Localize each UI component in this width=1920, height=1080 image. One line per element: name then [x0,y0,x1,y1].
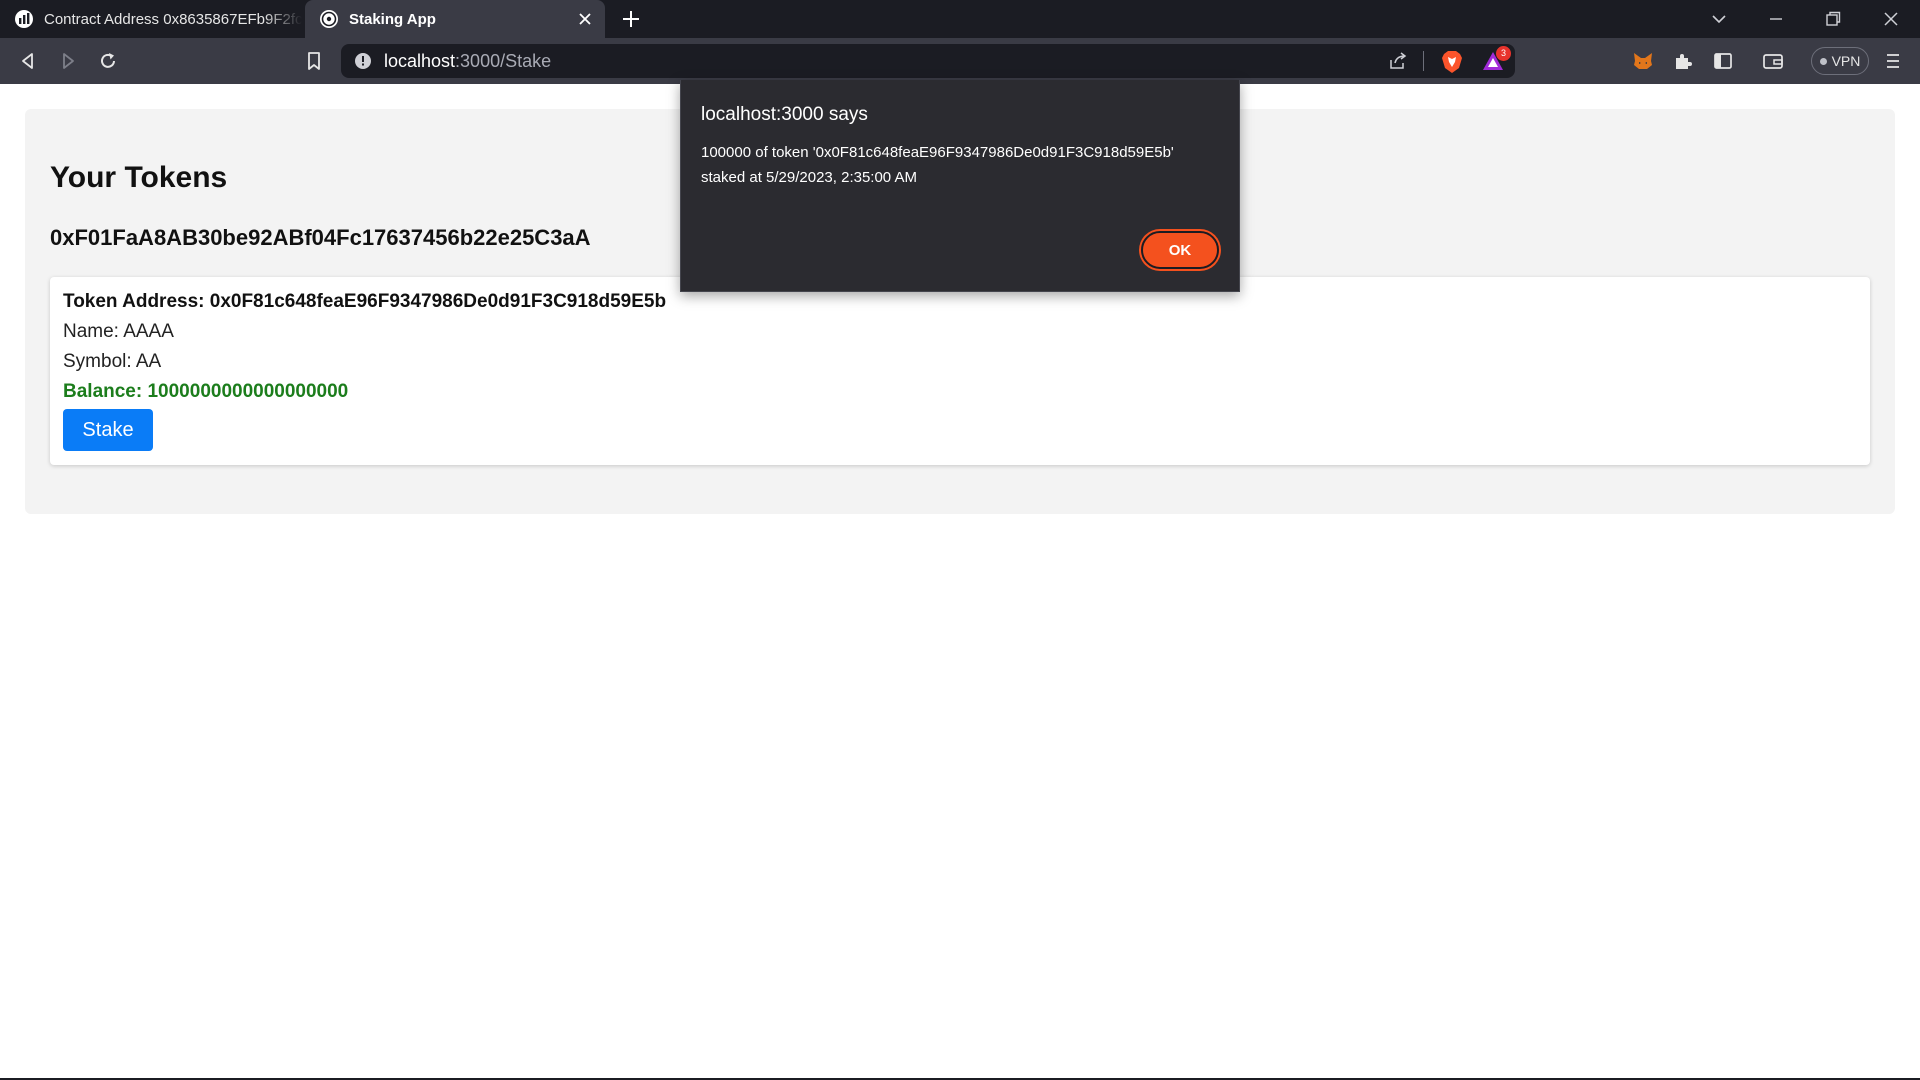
minimize-icon[interactable] [1766,9,1786,29]
browser-toolbar: localhost:3000/Stake 3 VPN [0,38,1920,84]
vpn-label: VPN [1831,53,1861,69]
tab-staking-app[interactable]: Staking App [305,0,605,38]
rewards-badge: 3 [1496,46,1511,61]
dialog-message: 100000 of token '0x0F81c648feaE96F934798… [701,144,1174,186]
forward-icon[interactable] [57,50,79,72]
menu-icon[interactable] [1882,50,1904,72]
new-tab-icon[interactable] [621,9,641,29]
site-info-icon[interactable] [354,52,372,70]
ok-button[interactable]: OK [1141,231,1219,269]
close-window-icon[interactable] [1881,9,1901,29]
tab-title: Staking App [349,10,436,28]
metamask-icon[interactable] [1632,50,1654,72]
bookmark-icon[interactable] [303,50,325,72]
extensions-icon[interactable] [1672,50,1694,72]
token-card: Token Address: 0x0F81c648feaE96F9347986D… [50,277,1870,465]
vpn-button[interactable]: VPN [1811,47,1869,75]
restore-icon[interactable] [1823,9,1843,29]
site-favicon [15,10,33,28]
token-symbol: Symbol: AA [63,351,162,372]
token-address: Token Address: 0x0F81c648feaE96F9347986D… [63,291,667,312]
url-path: :3000/Stake [455,51,552,71]
staking-app-favicon [320,10,338,28]
tab-title: Contract Address 0x8635867EFb9F2fca [44,10,302,28]
sidebar-icon[interactable] [1712,50,1734,72]
back-icon[interactable] [17,50,39,72]
address-bar[interactable]: localhost:3000/Stake 3 [341,44,1515,78]
stake-button[interactable]: Stake [63,409,153,451]
close-tab-icon[interactable] [577,11,593,27]
alert-dialog: localhost:3000 says 100000 of token '0x0… [680,80,1240,292]
token-name: Name: AAAA [63,321,174,342]
toolbar-separator [1423,51,1424,71]
url-text: localhost:3000/Stake [384,51,551,72]
brave-shields-icon[interactable] [1441,50,1463,74]
dialog-title: localhost:3000 says [701,104,868,125]
tab-contract-address[interactable]: Contract Address 0x8635867EFb9F2fca [0,0,302,38]
url-host: localhost [384,51,456,71]
token-balance: Balance: 1000000000000000000 [63,381,349,402]
wallet-address: 0xF01FaA8AB30be92ABf04Fc17637456b22e25C3… [50,225,591,250]
wallet-icon[interactable] [1762,50,1784,72]
tab-strip: Contract Address 0x8635867EFb9F2fca Stak… [0,0,1920,38]
share-icon[interactable] [1388,51,1408,71]
page-heading: Your Tokens [50,161,228,194]
reload-icon[interactable] [97,50,119,72]
tab-search-icon[interactable] [1709,9,1729,29]
vpn-status-dot [1819,57,1827,65]
